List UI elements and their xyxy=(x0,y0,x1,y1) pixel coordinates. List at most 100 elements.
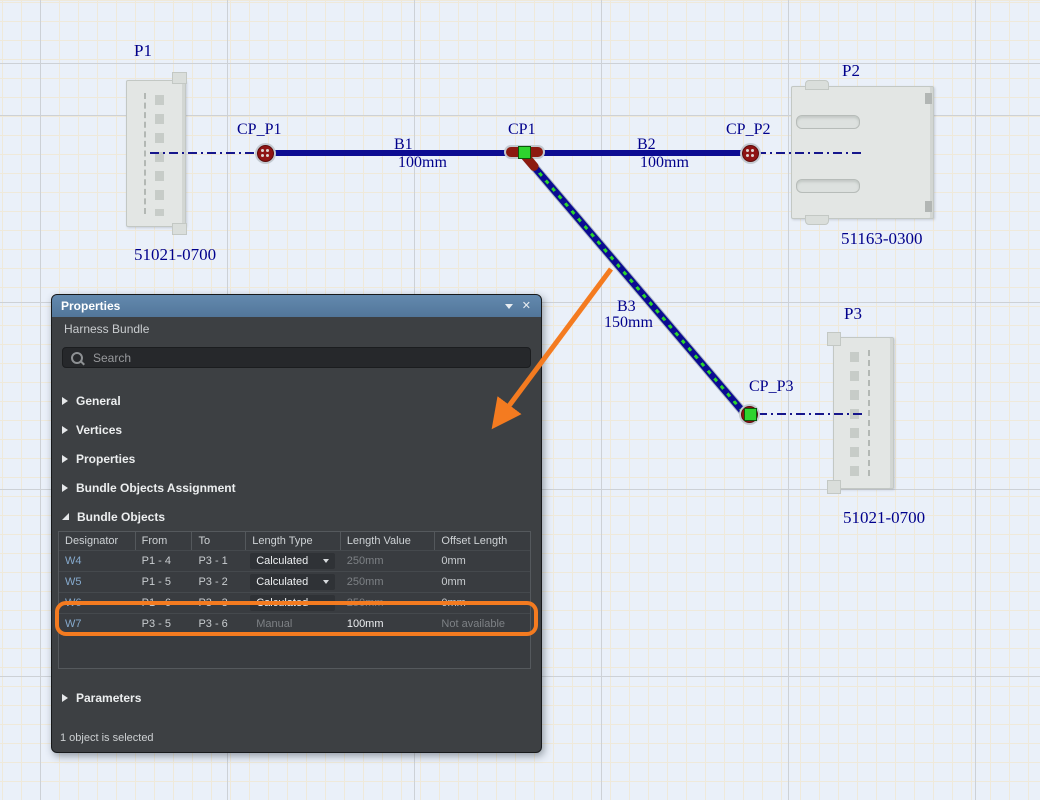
cell-offset-length: 0mm xyxy=(435,555,530,567)
cp-p1-point[interactable] xyxy=(257,145,274,162)
cell-to: P3 - 6 xyxy=(192,618,246,630)
bundle-b1-label: B1 xyxy=(394,136,413,154)
cp-p2-point[interactable] xyxy=(742,145,759,162)
table-row-w7[interactable]: W7 P3 - 5 P3 - 6 Manual 100mm Not availa… xyxy=(59,613,530,634)
length-type-dropdown[interactable]: Calculated xyxy=(250,553,335,569)
cp-p3-selected-vertex[interactable] xyxy=(744,408,757,421)
connector-p1-part: 51021-0700 xyxy=(134,245,216,265)
column-header-offset-length[interactable]: Offset Length xyxy=(435,532,530,550)
cell-to: P3 - 2 xyxy=(192,576,246,588)
bundle-b3-length: 150mm xyxy=(604,314,653,332)
cell-from: P1 - 6 xyxy=(136,597,193,609)
connector-p2-bump-bottom xyxy=(805,215,829,225)
chevron-right-icon xyxy=(62,694,68,702)
connector-p2-part: 51163-0300 xyxy=(841,229,923,249)
bundle-b3-selection-dashes xyxy=(525,157,743,412)
selection-status: 1 object is selected xyxy=(60,732,154,744)
connector-p1-keyline xyxy=(144,93,146,214)
length-type-dropdown[interactable]: Calculated xyxy=(250,574,335,590)
connector-p2-slot xyxy=(796,115,860,129)
bundle-b2-length: 100mm xyxy=(640,154,689,172)
connection-line-p1 xyxy=(150,152,258,154)
connector-p2-bump-top xyxy=(805,80,829,90)
cell-from: P1 - 5 xyxy=(136,576,193,588)
search-input[interactable] xyxy=(91,350,522,366)
bundle-b3-selected[interactable] xyxy=(522,153,747,415)
connector-p1-tab-top xyxy=(172,72,187,84)
column-header-designator[interactable]: Designator xyxy=(59,532,136,550)
connector-p3-part: 51021-0700 xyxy=(843,508,925,528)
bundle-b1-length: 100mm xyxy=(398,154,447,172)
harness-editor: P1 51021-0700 P2 51163-0300 P3 51021-070 xyxy=(0,0,1040,800)
cp-p3-label: CP_P3 xyxy=(749,378,793,396)
connector-p2-slot xyxy=(796,179,860,193)
cell-length-value: 250mm xyxy=(341,597,436,609)
section-label: Vertices xyxy=(76,423,122,437)
table-header-row: Designator From To Length Type Length Va… xyxy=(59,532,530,550)
panel-collapse-icon[interactable] xyxy=(505,304,513,309)
search-box[interactable] xyxy=(62,347,531,368)
column-header-from[interactable]: From xyxy=(136,532,193,550)
section-vertices[interactable]: Vertices xyxy=(52,415,541,444)
cell-to: P3 - 1 xyxy=(192,555,246,567)
cell-designator: W7 xyxy=(59,618,136,630)
section-label: General xyxy=(76,394,121,408)
section-general[interactable]: General xyxy=(52,386,541,415)
section-parameters[interactable]: Parameters xyxy=(52,683,541,712)
chevron-expanded-icon xyxy=(62,513,69,520)
connector-p1-tab-bottom xyxy=(172,223,187,235)
column-header-length-type[interactable]: Length Type xyxy=(246,532,341,550)
search-icon xyxy=(71,352,83,364)
panel-close-icon[interactable]: ✕ xyxy=(522,301,531,312)
section-properties[interactable]: Properties xyxy=(52,444,541,473)
connector-p3-tab-bottom xyxy=(827,480,841,494)
cell-to: P3 - 3 xyxy=(192,597,246,609)
connector-p3-pins xyxy=(850,352,859,478)
chevron-right-icon xyxy=(62,484,68,492)
properties-panel: Properties ✕ Harness Bundle General Vert… xyxy=(51,294,542,753)
section-bundle-objects-assignment[interactable]: Bundle Objects Assignment xyxy=(52,473,541,502)
connector-p3-tab-top xyxy=(827,332,841,346)
object-type-label: Harness Bundle xyxy=(64,322,149,336)
cp-p1-label: CP_P1 xyxy=(237,121,281,139)
section-label: Properties xyxy=(76,452,135,466)
chevron-down-icon xyxy=(323,580,329,584)
chevron-right-icon xyxy=(62,426,68,434)
cell-length-value: 250mm xyxy=(341,555,436,567)
cell-length-value[interactable]: 100mm xyxy=(341,618,436,630)
cell-offset-length: Not available xyxy=(435,618,530,630)
chevron-right-icon xyxy=(62,397,68,405)
cell-offset-length: 0mm xyxy=(435,597,530,609)
cp1-selected-vertex[interactable] xyxy=(518,146,531,159)
dropdown-value: Calculated xyxy=(256,576,308,588)
chevron-down-icon xyxy=(323,559,329,563)
table-row-w6[interactable]: W6 P1 - 6 P3 - 3 Calculated 250mm 0mm xyxy=(59,592,530,613)
cell-designator: W4 xyxy=(59,555,136,567)
cell-length-type: Manual xyxy=(246,618,341,630)
dropdown-value: Calculated xyxy=(256,597,308,609)
connection-line-p3 xyxy=(758,413,866,415)
cell-offset-length: 0mm xyxy=(435,576,530,588)
connector-p2-ref: P2 xyxy=(842,61,860,81)
properties-panel-header[interactable]: Properties ✕ xyxy=(52,295,541,317)
section-label: Parameters xyxy=(76,691,141,705)
column-header-to[interactable]: To xyxy=(192,532,246,550)
table-row-w5[interactable]: W5 P1 - 5 P3 - 2 Calculated 250mm 0mm xyxy=(59,571,530,592)
section-label: Bundle Objects Assignment xyxy=(76,481,236,495)
connector-p1-ref: P1 xyxy=(134,41,152,61)
cell-designator: W6 xyxy=(59,597,136,609)
cp1-label: CP1 xyxy=(508,121,536,139)
connection-line-p2 xyxy=(757,152,861,154)
cell-length-value: 250mm xyxy=(341,576,436,588)
bundle-objects-table: Designator From To Length Type Length Va… xyxy=(58,531,531,669)
cell-designator: W5 xyxy=(59,576,136,588)
section-bundle-objects[interactable]: Bundle Objects xyxy=(52,502,541,531)
connector-p2-latch xyxy=(925,93,932,104)
table-row-w4[interactable]: W4 P1 - 4 P3 - 1 Calculated 250mm 0mm xyxy=(59,550,530,571)
cell-from: P3 - 5 xyxy=(136,618,193,630)
cp-p2-label: CP_P2 xyxy=(726,121,770,139)
connector-p1-pins xyxy=(155,95,164,216)
length-type-dropdown[interactable]: Calculated xyxy=(250,595,335,611)
column-header-length-value[interactable]: Length Value xyxy=(341,532,436,550)
dropdown-value: Calculated xyxy=(256,555,308,567)
